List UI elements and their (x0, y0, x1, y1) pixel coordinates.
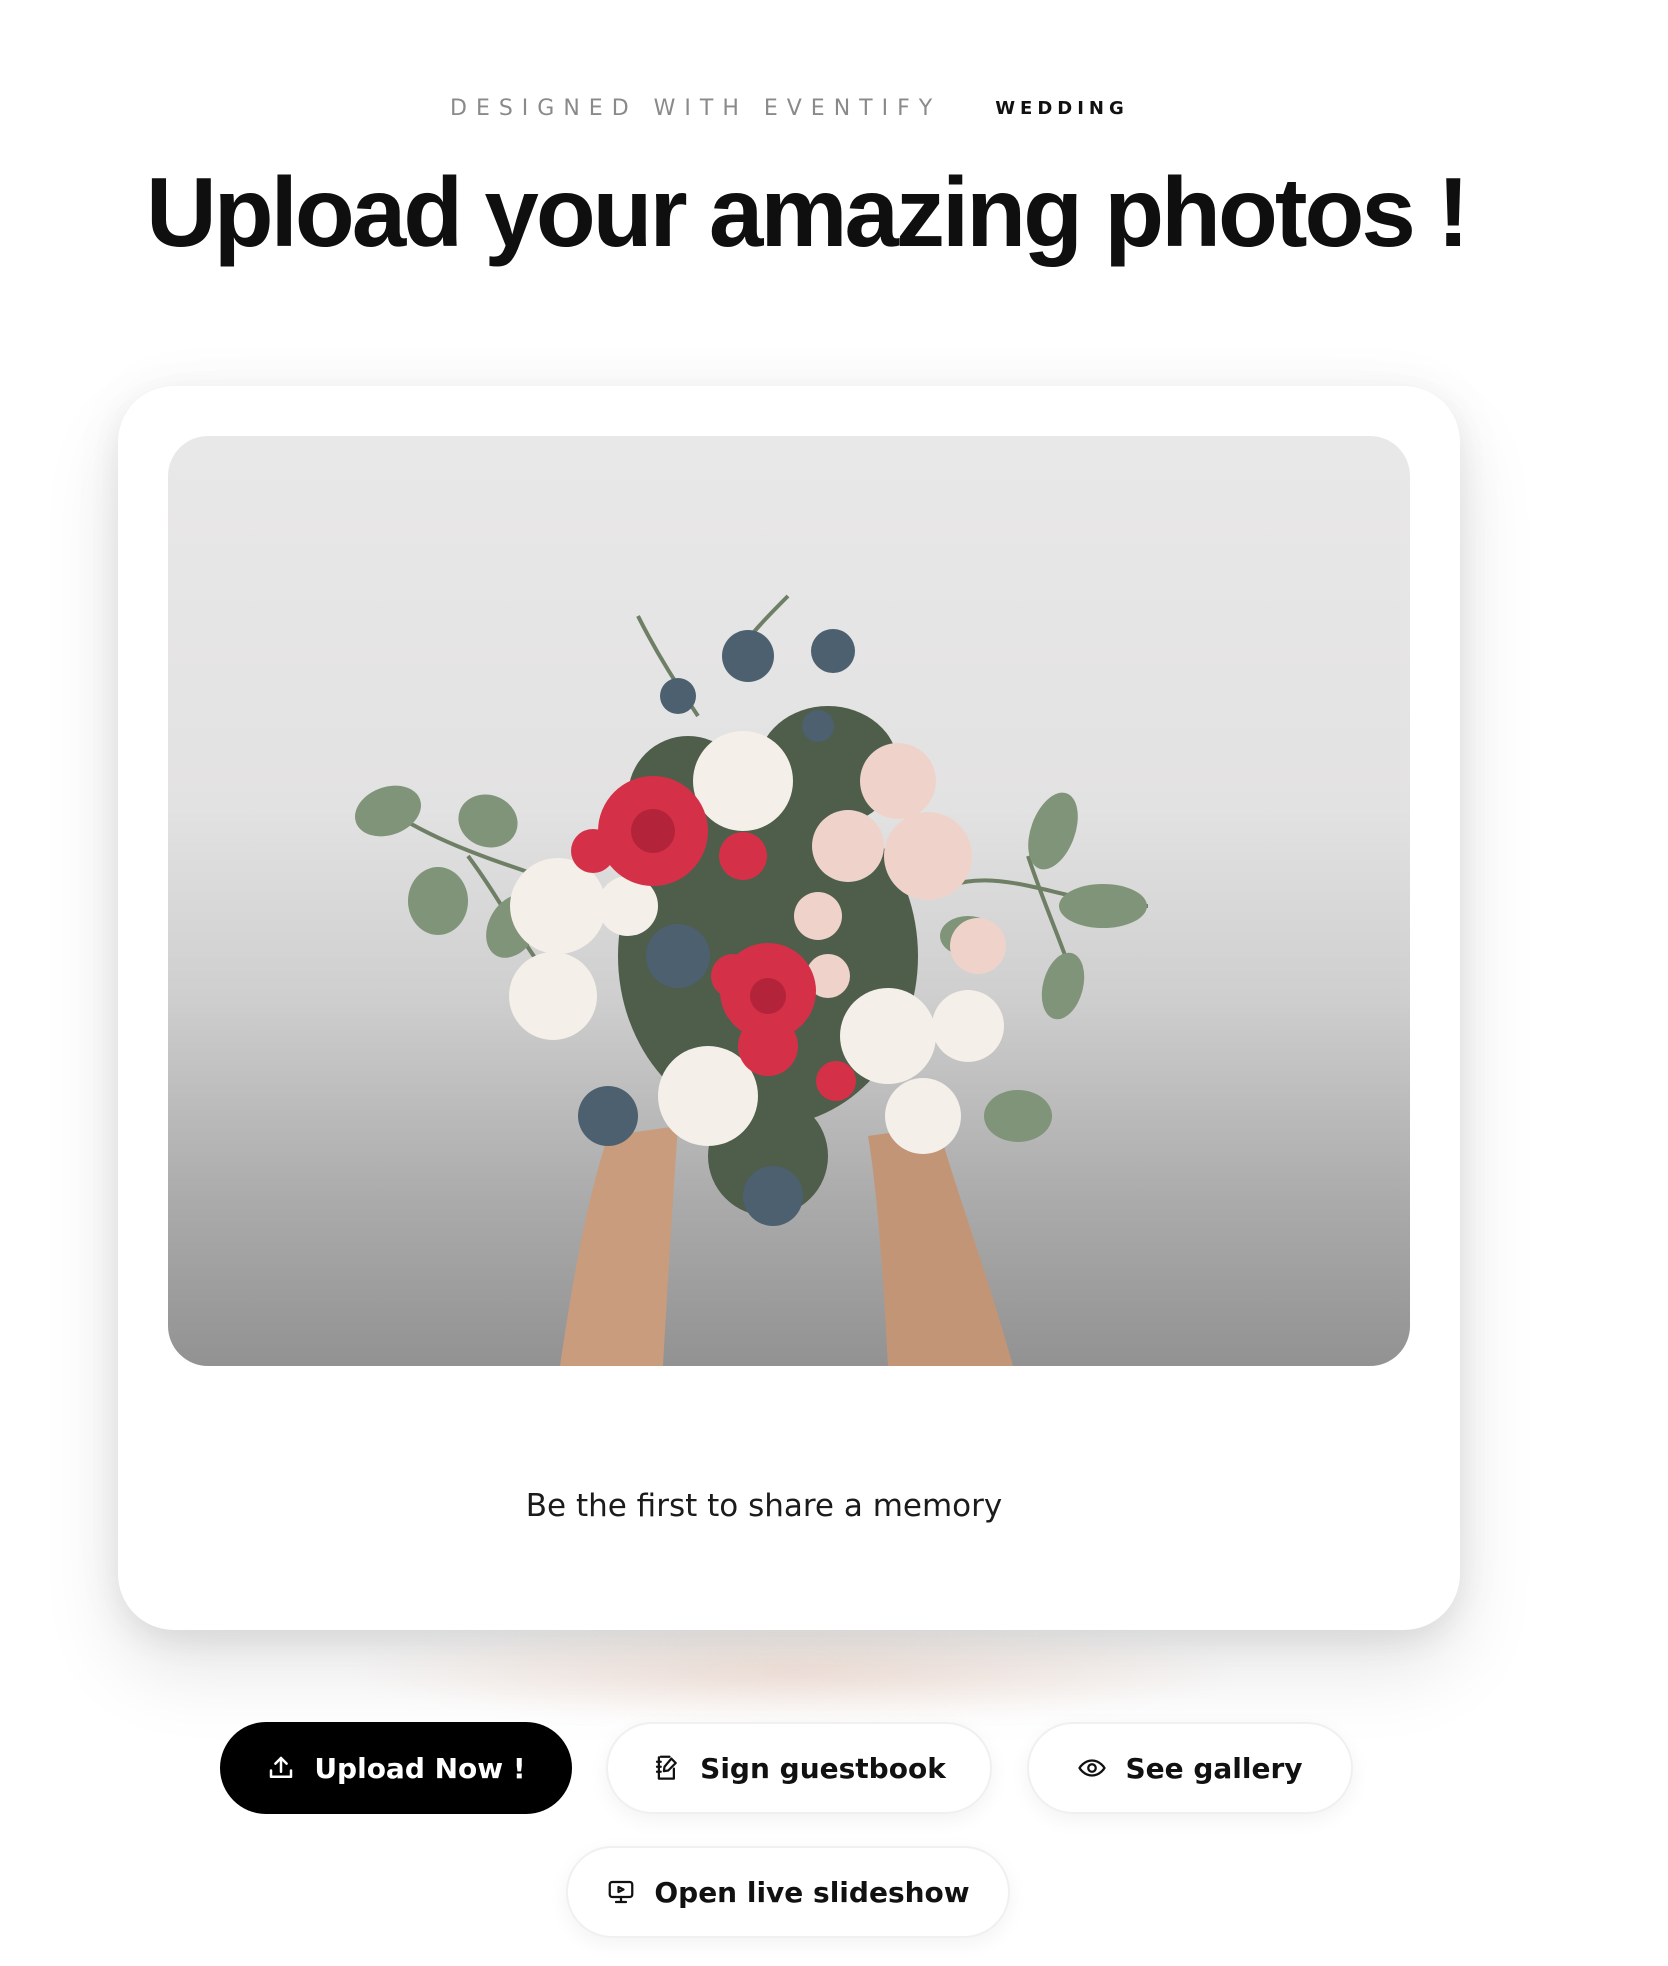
bouquet-illustration (355, 594, 1149, 1366)
sign-guestbook-label: Sign guestbook (700, 1751, 946, 1785)
sign-guestbook-button[interactable]: Sign guestbook (606, 1722, 992, 1814)
bouquet-photo (168, 436, 1410, 1366)
upload-icon (266, 1753, 296, 1783)
see-gallery-label: See gallery (1125, 1751, 1303, 1785)
header-eyebrow: DESIGNED WITH EVENTIFY WEDDING (450, 92, 1129, 124)
upload-now-button[interactable]: Upload Now ! (220, 1722, 572, 1814)
event-type-tag: WEDDING (995, 97, 1129, 119)
open-live-slideshow-label: Open live slideshow (654, 1875, 970, 1909)
empty-state-caption: Be the first to share a memory (525, 1488, 1003, 1524)
guestbook-icon (652, 1753, 682, 1783)
slideshow-icon (606, 1877, 636, 1907)
upload-card: Be the first to share a memory (118, 386, 1460, 1630)
open-live-slideshow-button[interactable]: Open live slideshow (566, 1846, 1010, 1938)
upload-now-label: Upload Now ! (314, 1751, 526, 1785)
page: DESIGNED WITH EVENTIFY WEDDING Upload yo… (0, 0, 1668, 1966)
page-title: Upload your amazing photos ! (146, 157, 1470, 267)
see-gallery-button[interactable]: See gallery (1027, 1722, 1353, 1814)
card-glow (355, 1622, 1233, 1722)
eye-icon (1077, 1753, 1107, 1783)
designed-with-label: DESIGNED WITH EVENTIFY (450, 95, 942, 121)
